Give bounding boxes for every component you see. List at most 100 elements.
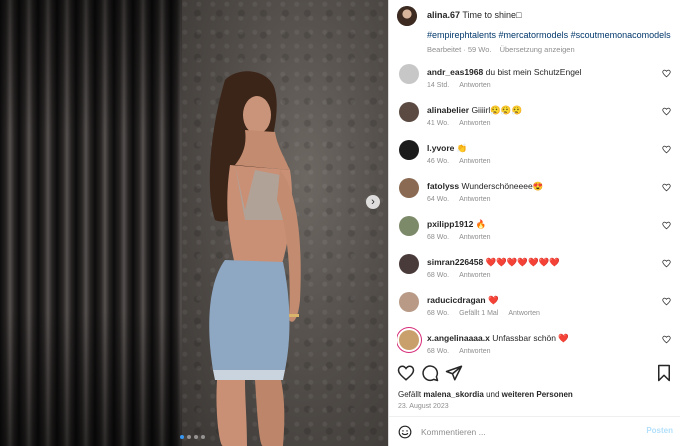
author-username[interactable]: alina.67 [427, 10, 460, 20]
bookmark-icon[interactable] [655, 364, 673, 382]
commenter-avatar[interactable] [399, 254, 419, 274]
carousel-indicator [180, 435, 205, 439]
caption: alina.67 Time to shine□ [427, 10, 522, 20]
reply-button[interactable]: Antworten [459, 234, 491, 241]
edited-time: Bearbeitet · 59 Wo. [427, 45, 492, 54]
post-media[interactable]: › [0, 0, 388, 446]
caption-hashtags[interactable]: #empirephtalents #mercatormodels #scoutm… [427, 30, 671, 40]
comment-time: 14 Std. [427, 82, 450, 89]
post-actions [397, 362, 673, 384]
commenter-avatar[interactable] [399, 64, 419, 84]
comment-text: 🔥 [475, 219, 487, 229]
comment-username[interactable]: x.angelinaaaa.x [427, 333, 490, 343]
paper-plane-icon[interactable] [445, 364, 463, 382]
comment-body: fatolyss Wunderschöneeee😍 [427, 181, 543, 192]
reply-button[interactable]: Antworten [459, 158, 491, 165]
comment-item: simran226458 ❤️❤️❤️❤️❤️❤️❤️ 68 Wo. Antwor… [397, 250, 677, 288]
comment-item: raducicdragan ❤️ 68 Wo. Gefällt 1 Mal Antw… [397, 288, 677, 326]
commenter-avatar[interactable] [399, 178, 419, 198]
comment-text: Unfassbar schön ❤️ [492, 333, 569, 343]
reply-button[interactable]: Antworten [459, 272, 491, 279]
comment-username[interactable]: raducicdragan [427, 295, 486, 305]
commenter-avatar[interactable] [399, 102, 419, 122]
author-avatar[interactable] [397, 6, 417, 26]
comment-text: Giiiirl😮‍💨😮‍💨😮‍💨 [471, 105, 523, 115]
comment-time: 68 Wo. [427, 234, 450, 241]
heart-icon[interactable] [662, 335, 671, 344]
heart-icon[interactable] [662, 183, 671, 192]
comment-username[interactable]: l.yvore [427, 143, 454, 153]
reply-button[interactable]: Antworten [459, 82, 491, 89]
comment-body: alinabelier Giiiirl😮‍💨😮‍💨😮‍💨 [427, 105, 522, 116]
post-details-panel: alina.67 Time to shine□ #empirephtalents… [388, 0, 680, 446]
comment-body: simran226458 ❤️❤️❤️❤️❤️❤️❤️ [427, 257, 560, 268]
carousel-dot [194, 435, 198, 439]
reply-button[interactable]: Antworten [459, 196, 491, 203]
comment-text: du bist mein SchutzEngel [485, 67, 582, 77]
comment-username[interactable]: alinabelier [427, 105, 469, 115]
caption-text: Time to shine□ [462, 10, 522, 20]
heart-icon[interactable] [397, 364, 415, 382]
comment-item: alinabelier Giiiirl😮‍💨😮‍💨😮‍💨 41 Wo. Antwo… [397, 98, 677, 136]
heart-icon[interactable] [662, 107, 671, 116]
chevron-right-icon: › [371, 196, 375, 208]
comment-input[interactable] [421, 423, 641, 440]
comment-body: l.yvore 👏 [427, 143, 467, 154]
heart-icon[interactable] [662, 259, 671, 268]
comment-time: 64 Wo. [427, 196, 450, 203]
comment-item: fatolyss Wunderschöneeee😍 64 Wo. Antworte… [397, 174, 677, 212]
carousel-dot [201, 435, 205, 439]
comment-meta: 68 Wo. Antworten [427, 272, 501, 279]
heart-icon[interactable] [662, 69, 671, 78]
post-caption-block: alina.67 Time to shine□ #empirephtalents… [397, 6, 673, 54]
comment-meta: 41 Wo. Antworten [427, 120, 501, 127]
comment-time: 68 Wo. [427, 310, 450, 317]
reply-button[interactable]: Antworten [508, 310, 540, 317]
comment-body: x.angelinaaaa.x Unfassbar schön ❤️ [427, 333, 569, 344]
comment-meta: 46 Wo. Antworten [427, 158, 501, 165]
caption-meta: Bearbeitet · 59 Wo. Übersetzung anzeigen [427, 45, 581, 54]
comment-icon[interactable] [421, 364, 439, 382]
reply-button[interactable]: Antworten [459, 348, 491, 355]
comment-meta: 68 Wo. Antworten [427, 348, 501, 355]
comment-text: ❤️ [487, 295, 499, 305]
commenter-avatar[interactable] [399, 330, 419, 350]
post-comment-button[interactable]: Posten [646, 426, 673, 435]
comment-meta: 68 Wo. Gefällt 1 Mal Antworten [427, 310, 550, 317]
next-photo-button[interactable]: › [366, 195, 380, 209]
reply-button[interactable]: Antworten [459, 120, 491, 127]
comment-text: Wunderschöneeee😍 [461, 181, 544, 191]
comment-likes[interactable]: Gefällt 1 Mal [459, 310, 498, 317]
heart-icon[interactable] [662, 145, 671, 154]
comment-username[interactable]: andr_eas1968 [427, 67, 483, 77]
likes-middle: und [486, 390, 500, 399]
commenter-avatar[interactable] [399, 292, 419, 312]
heart-icon[interactable] [662, 297, 671, 306]
likes-user[interactable]: malena_skordia [423, 390, 483, 399]
post-date: 23. August 2023 [398, 403, 449, 410]
smiley-icon[interactable] [398, 425, 412, 439]
comment-time: 46 Wo. [427, 158, 450, 165]
heart-icon[interactable] [662, 221, 671, 230]
comment-username[interactable]: fatolyss [427, 181, 459, 191]
likes-summary[interactable]: Gefällt malena_skordia und weiteren Pers… [398, 390, 573, 399]
comments-list[interactable]: andr_eas1968 du bist mein SchutzEngel 14… [397, 60, 677, 357]
comment-item: x.angelinaaaa.x Unfassbar schön ❤️ 68 Wo… [397, 326, 677, 357]
comment-time: 41 Wo. [427, 120, 450, 127]
comment-username[interactable]: pxilipp1912 [427, 219, 473, 229]
curtain-background [0, 0, 182, 446]
comment-time: 68 Wo. [427, 348, 450, 355]
comment-meta: 14 Std. Antworten [427, 82, 501, 89]
commenter-avatar[interactable] [399, 140, 419, 160]
comment-meta: 68 Wo. Antworten [427, 234, 501, 241]
comment-body: raducicdragan ❤️ [427, 295, 499, 306]
commenter-avatar[interactable] [399, 216, 419, 236]
comment-text: ❤️❤️❤️❤️❤️❤️❤️ [485, 257, 560, 267]
likes-others[interactable]: weiteren Personen [502, 390, 573, 399]
add-comment-bar: Posten [389, 417, 680, 446]
comment-text: 👏 [456, 143, 468, 153]
carousel-dot [180, 435, 184, 439]
comment-username[interactable]: simran226458 [427, 257, 483, 267]
translate-link[interactable]: Übersetzung anzeigen [500, 45, 575, 54]
photo-subject [209, 71, 301, 446]
